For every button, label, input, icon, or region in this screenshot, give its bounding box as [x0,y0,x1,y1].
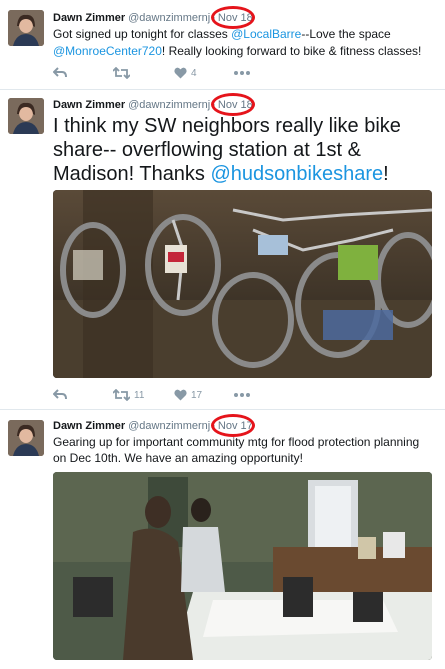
heart-icon [174,389,187,401]
heart-icon [174,67,187,79]
tweet-text: Gearing up for important community mtg f… [53,434,435,466]
tweet-header: Dawn Zimmer @dawnzimmernj · Nov 18 [53,6,255,29]
reply-icon [53,389,67,400]
more-button[interactable] [234,387,250,403]
author-name[interactable]: Dawn Zimmer [53,99,125,111]
more-icon [234,393,250,397]
avatar[interactable] [8,420,44,456]
tweet-header: Dawn Zimmer @dawnzimmernj · Nov 18 [53,93,255,116]
meeting-room-photo [53,472,432,660]
text-segment: ! Really looking forward to bike & fitne… [161,44,422,58]
author-name[interactable]: Dawn Zimmer [53,12,125,24]
text-segment: ! [383,163,389,185]
retweet-icon [113,389,130,401]
reply-button[interactable] [53,65,67,81]
tweet-1[interactable]: Dawn Zimmer @dawnzimmernj · Nov 18 Got sign… [0,0,445,90]
bike-share-photo [53,190,432,378]
like-count: 4 [191,67,197,79]
mention-link[interactable]: @LocalBarre [231,27,301,41]
author-name[interactable]: Dawn Zimmer [53,420,125,432]
text-segment: Gearing up for important community mtg f… [53,435,420,465]
author-handle[interactable]: @dawnzimmernj [128,420,210,432]
tweet-photo[interactable] [53,472,432,660]
annotation-circle [210,93,255,116]
more-icon [234,71,250,75]
retweet-button[interactable]: 11 [113,387,144,403]
tweet-3[interactable]: Dawn Zimmer @dawnzimmernj · Nov 17 Gearing … [0,410,445,669]
retweet-icon [113,67,130,79]
tweet-date[interactable]: Nov 18 [210,6,255,29]
text-segment: Got signed up tonight for classes [53,27,232,41]
tweet-date[interactable]: Nov 18 [210,93,255,116]
tweet-date[interactable]: Nov 17 [210,414,255,437]
retweet-count: 11 [134,389,145,401]
tweet-header: Dawn Zimmer @dawnzimmernj · Nov 17 [53,414,255,437]
avatar[interactable] [8,10,44,46]
tweet-photo[interactable] [53,190,432,378]
tweet-text: I think my SW neighbors really like bike… [53,114,439,186]
tweet-2[interactable]: Dawn Zimmer @dawnzimmernj · Nov 18 I think … [0,90,445,410]
reply-button[interactable] [53,387,67,403]
more-button[interactable] [234,65,250,81]
retweet-button[interactable] [113,65,134,81]
author-handle[interactable]: @dawnzimmernj [128,99,210,111]
mention-link[interactable]: @MonroeCenter720 [53,44,162,58]
tweet-text: Got signed up tonight for classes @Local… [53,26,437,60]
reply-icon [53,67,67,78]
text-segment: --Love the space [301,27,391,41]
like-button[interactable]: 17 [174,387,202,403]
mention-link[interactable]: @hudsonbikeshare [211,163,384,185]
like-count: 17 [191,389,203,401]
like-button[interactable]: 4 [174,65,197,81]
avatar[interactable] [8,98,44,134]
author-handle[interactable]: @dawnzimmernj [128,12,210,24]
